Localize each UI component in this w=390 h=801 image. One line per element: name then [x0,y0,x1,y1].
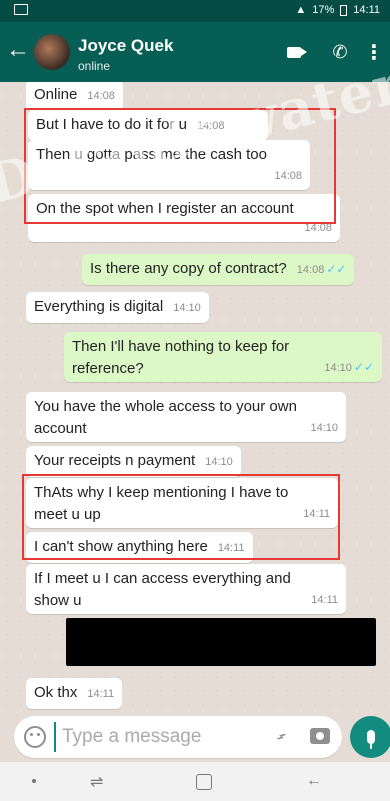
message-incoming: Ok thx 14:11 [26,678,123,709]
camera-icon[interactable] [310,728,330,744]
message-incoming: Your receipts n payment 14:10 [26,446,241,477]
message-text: Is there any copy of contract? [90,260,287,277]
message-input-container: ⌁ [14,716,342,758]
voice-record-button[interactable] [350,716,390,758]
message-text: Online [34,86,78,103]
emoji-icon[interactable] [24,726,46,748]
message-time: 14:11 [87,688,115,700]
battery-icon [340,4,348,16]
message-incoming: Everything is digital 14:10 [26,292,209,323]
microphone-icon [367,730,375,749]
message-incoming: ThAts why I keep mentioning I have to me… [26,478,338,528]
message-incoming: Then u gotta pass me the cash too 14:08 [28,140,310,190]
message-outgoing: Then I'll have nothing to keep for refer… [64,332,382,382]
read-receipt-icon: ✓✓ [353,360,374,374]
home-icon[interactable] [196,774,212,790]
read-receipt-icon: ✓✓ [326,262,347,276]
message-text: Ok thx [34,684,78,701]
message-time: 14:10 [173,302,201,314]
message-time-wrap: 14:10 ✓✓ [324,356,374,379]
contact-avatar[interactable] [34,34,70,70]
signal-icon: ▲ [295,4,307,16]
gallery-notification-icon [14,4,28,15]
message-incoming: You have the whole access to your own ac… [26,392,346,442]
phone-call-icon[interactable]: ✆ [326,38,354,66]
nav-dot-icon[interactable] [32,779,36,783]
message-time: 14:08 [296,264,325,276]
message-incoming: But I have to do it for u 14:08 [28,110,268,141]
video-call-icon[interactable] [280,38,308,66]
message-time: 14:11 [303,508,330,520]
attach-icon[interactable]: ⌁ [270,725,293,748]
status-indicators: ▲ 17% 14:11 [295,4,380,16]
message-incoming: On the spot when I register an account 1… [28,194,340,242]
message-text: Everything is digital [34,298,164,315]
back-arrow-icon[interactable]: ← [6,36,30,64]
message-incoming: If I meet u I can access everything and … [26,564,346,614]
message-time: 14:11 [311,594,338,606]
message-text: You have the whole access to your own ac… [34,398,297,437]
contact-status: online [78,59,111,73]
message-input[interactable] [54,722,254,752]
message-text: If I meet u I can access everything and … [34,570,291,609]
battery-percent: 17% [312,4,335,16]
clock: 14:11 [353,4,380,16]
contact-name[interactable]: Joyce Quek [78,36,173,56]
message-time: 14:08 [304,222,332,234]
message-time: 14:10 [205,456,233,468]
message-time: 14:10 [324,362,352,374]
message-time: 14:11 [217,542,245,554]
recent-apps-icon[interactable]: ⇌ [90,772,103,792]
message-time: 14:08 [87,90,115,102]
more-options-icon[interactable]: ⋮ [364,38,384,66]
message-incoming: Online 14:08 [26,82,123,111]
redacted-image-message [66,618,376,666]
message-text: Then u gotta pass me the cash too [36,146,267,163]
message-text: Then I'll have nothing to keep for refer… [72,338,290,377]
message-incoming: I can't show anything here 14:11 [26,532,253,563]
status-bar: ▲ 17% 14:11 [0,0,390,22]
message-outgoing: Is there any copy of contract? 14:08 ✓✓ [82,254,355,285]
system-navigation-bar: ⇌ ← [0,762,390,801]
message-text: Your receipts n payment [34,452,196,469]
chat-header: ← Joyce Quek online ✆ ⋮ [0,22,390,82]
message-text: But I have to do it for u [36,116,187,133]
message-time: 14:08 [274,170,302,182]
chat-area[interactable]: Online 14:08 But I have to do it for u 14:… [0,82,390,712]
message-text: On the spot when I register an account [36,200,294,217]
message-text: I can't show anything here [34,538,208,555]
message-text: ThAts why I keep mentioning I have to me… [34,484,289,523]
message-composer: ⌁ [0,712,390,762]
message-time: 14:08 [196,120,225,132]
back-nav-icon[interactable]: ← [306,772,322,790]
message-time: 14:10 [310,422,338,434]
